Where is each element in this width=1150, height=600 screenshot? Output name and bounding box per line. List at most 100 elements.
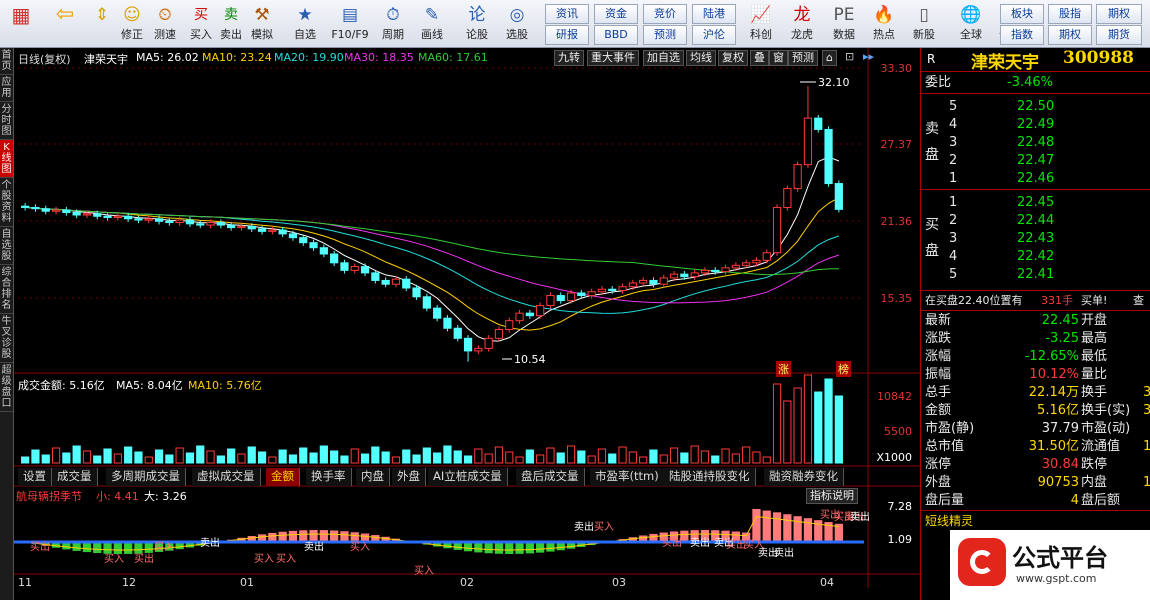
ask-row[interactable]: 3 22.48 <box>921 134 1150 152</box>
tab-volume[interactable]: 成交量 <box>52 468 98 486</box>
ma-button[interactable]: 均线 <box>686 50 716 66</box>
sidetab-home[interactable]: 首页 <box>0 48 13 75</box>
candle-down <box>165 220 174 224</box>
vol-y-1: 10842 <box>877 390 912 403</box>
gspt-logo-url: www.gspt.com <box>1016 572 1097 585</box>
tab-pe-ttm[interactable]: 市盈率(ttm) <box>590 468 665 486</box>
index-button[interactable]: 指数 <box>1000 25 1044 45</box>
bid-price: 22.41 <box>1017 267 1055 282</box>
window-button[interactable]: 窗 <box>769 50 788 66</box>
bid-row[interactable]: 1 22.45 <box>921 194 1150 212</box>
watchlist-button[interactable]: ★ 自选 <box>286 2 324 46</box>
data-button[interactable]: PE 数据 <box>828 2 860 46</box>
index-option-button[interactable]: 期权 <box>1048 25 1092 45</box>
london-connect-button[interactable]: 沪伦 <box>692 25 736 45</box>
sidetab-apps[interactable]: 应用 <box>0 75 13 102</box>
status-more[interactable]: 查 <box>1133 292 1144 310</box>
add-watch-button[interactable]: 加自选 <box>643 50 684 66</box>
tab-inner[interactable]: 内盘 <box>356 468 390 486</box>
sidetab-intraday[interactable]: 分时图 <box>0 102 13 140</box>
ask-row[interactable]: 2 22.47 <box>921 152 1150 170</box>
dragon-tiger-button[interactable]: 龙龙虎 <box>786 2 818 46</box>
back-button[interactable]: ⇦ <box>48 2 82 46</box>
major-events-button[interactable]: 重大事件 <box>587 50 639 66</box>
nine-turn-button[interactable]: 九转 <box>554 50 584 66</box>
stat-label-2: 市盈(动) <box>1081 421 1131 436</box>
indicator-help-button[interactable]: 指标说明 <box>806 488 858 504</box>
futures-button[interactable]: 期货 <box>1096 25 1142 45</box>
bid-level: 4 <box>949 249 958 264</box>
candle-up <box>113 215 122 219</box>
period-button[interactable]: ⏱ 周期 <box>374 2 412 46</box>
auction-button[interactable]: 竞价 <box>643 4 687 24</box>
new-stock-button[interactable]: ▯ 新股 <box>908 2 940 46</box>
updown-button[interactable]: ⇕ <box>88 2 116 46</box>
sidetab-kline[interactable]: K线图 <box>0 140 13 178</box>
draw-line-button[interactable]: ✎ 画线 <box>414 2 450 46</box>
research-button[interactable]: 研报 <box>545 25 589 45</box>
candle-down <box>299 237 308 244</box>
bid-row[interactable]: 2 22.44 <box>921 212 1150 230</box>
star-market-button[interactable]: 📈 科创 <box>745 2 777 46</box>
ask-row[interactable]: 1 22.46 <box>921 170 1150 188</box>
sidetab-ranking[interactable]: 综合排名 <box>0 265 13 314</box>
candle-down <box>247 225 256 230</box>
home-icon[interactable]: ⌂ <box>822 50 837 66</box>
forward-icon[interactable]: ▸▸ <box>860 50 877 66</box>
volume-bar <box>278 449 287 464</box>
sidetab-watchlist[interactable]: 自选股 <box>0 227 13 265</box>
ranking-tag[interactable]: 榜 <box>836 361 851 377</box>
f10-button[interactable]: ▤ F10/F9 <box>328 2 372 46</box>
lock-icon[interactable]: ⊡ <box>842 50 857 66</box>
bbd-button[interactable]: BBD <box>594 25 638 45</box>
stat-label-2: 换手 <box>1081 385 1108 400</box>
bid-row[interactable]: 3 22.43 <box>921 230 1150 248</box>
predict-button[interactable]: 预测 <box>788 50 818 66</box>
stock-index-button[interactable]: 股指 <box>1048 4 1092 24</box>
sidetab-diagnosis[interactable]: 牛叉诊股 <box>0 314 13 363</box>
sector-button[interactable]: 板块 <box>1000 4 1044 24</box>
discuss-button[interactable]: 论论股 <box>462 2 492 46</box>
buy-button[interactable]: 买买入 <box>188 2 214 46</box>
tab-virtual-volume[interactable]: 虚拟成交量 <box>192 468 261 486</box>
overlay-button[interactable]: 叠 <box>750 50 769 66</box>
forecast-button[interactable]: 预测 <box>643 25 687 45</box>
candle-down <box>103 215 112 219</box>
kline-chart-area[interactable]: 日线(复权) 津荣天宇 MA5: 26.02 MA10: 23.24 MA20:… <box>14 48 920 600</box>
stat-value: -3.25 <box>1045 331 1079 346</box>
fix-button[interactable]: ☺ 修正 <box>118 2 146 46</box>
tab-ai-volume[interactable]: AI立桩成交量 <box>428 468 508 486</box>
tab-after-hours[interactable]: 盘后成交量 <box>516 468 585 486</box>
stock-select-button[interactable]: ◎ 选股 <box>498 2 536 46</box>
limit-up-tag[interactable]: 涨 <box>776 361 791 377</box>
ask-row[interactable]: 5 22.50 <box>921 98 1150 116</box>
kline-svg[interactable] <box>14 48 920 600</box>
grid-icon[interactable]: ▦ <box>4 2 38 46</box>
simulate-button[interactable]: ⚒ 模拟 <box>248 2 276 46</box>
news-button[interactable]: 资讯 <box>545 4 589 24</box>
stat-value: 5.16亿 <box>1037 403 1079 418</box>
adjust-button[interactable]: 复权 <box>718 50 748 66</box>
bid-row[interactable]: 5 22.41 <box>921 266 1150 284</box>
tab-margin-change[interactable]: 融资融券变化 <box>764 468 844 486</box>
ask-row[interactable]: 4 22.49 <box>921 116 1150 134</box>
candle-down <box>814 117 823 130</box>
tab-settings[interactable]: 设置 <box>18 468 52 486</box>
tab-turnover[interactable]: 换手率 <box>306 468 352 486</box>
hk-connect-button[interactable]: 陆港 <box>692 4 736 24</box>
sidetab-super-orderbook[interactable]: 超级盘口 <box>0 363 13 412</box>
hotspot-button[interactable]: 🔥 热点 <box>868 2 900 46</box>
sell-button[interactable]: 卖卖出 <box>218 2 244 46</box>
bid-row[interactable]: 4 22.42 <box>921 248 1150 266</box>
tab-multi-period-volume[interactable]: 多周期成交量 <box>106 468 186 486</box>
tab-hk-connect-change[interactable]: 陆股通持股变化 <box>664 468 756 486</box>
options-button[interactable]: 期权 <box>1096 4 1142 24</box>
sidetab-profile[interactable]: 个股资料 <box>0 178 13 227</box>
speed-test-button[interactable]: ⏲ 测速 <box>150 2 180 46</box>
tab-amount[interactable]: 金额 <box>266 468 300 486</box>
fund-button[interactable]: 资金 <box>594 4 638 24</box>
short-elf-tab[interactable]: 短线精灵 <box>925 512 973 529</box>
global-button[interactable]: 🌐 全球 <box>952 2 990 46</box>
tab-outer[interactable]: 外盘 <box>392 468 426 486</box>
quote-stat-row: 外盘 90753内盘 13 <box>921 474 1150 492</box>
